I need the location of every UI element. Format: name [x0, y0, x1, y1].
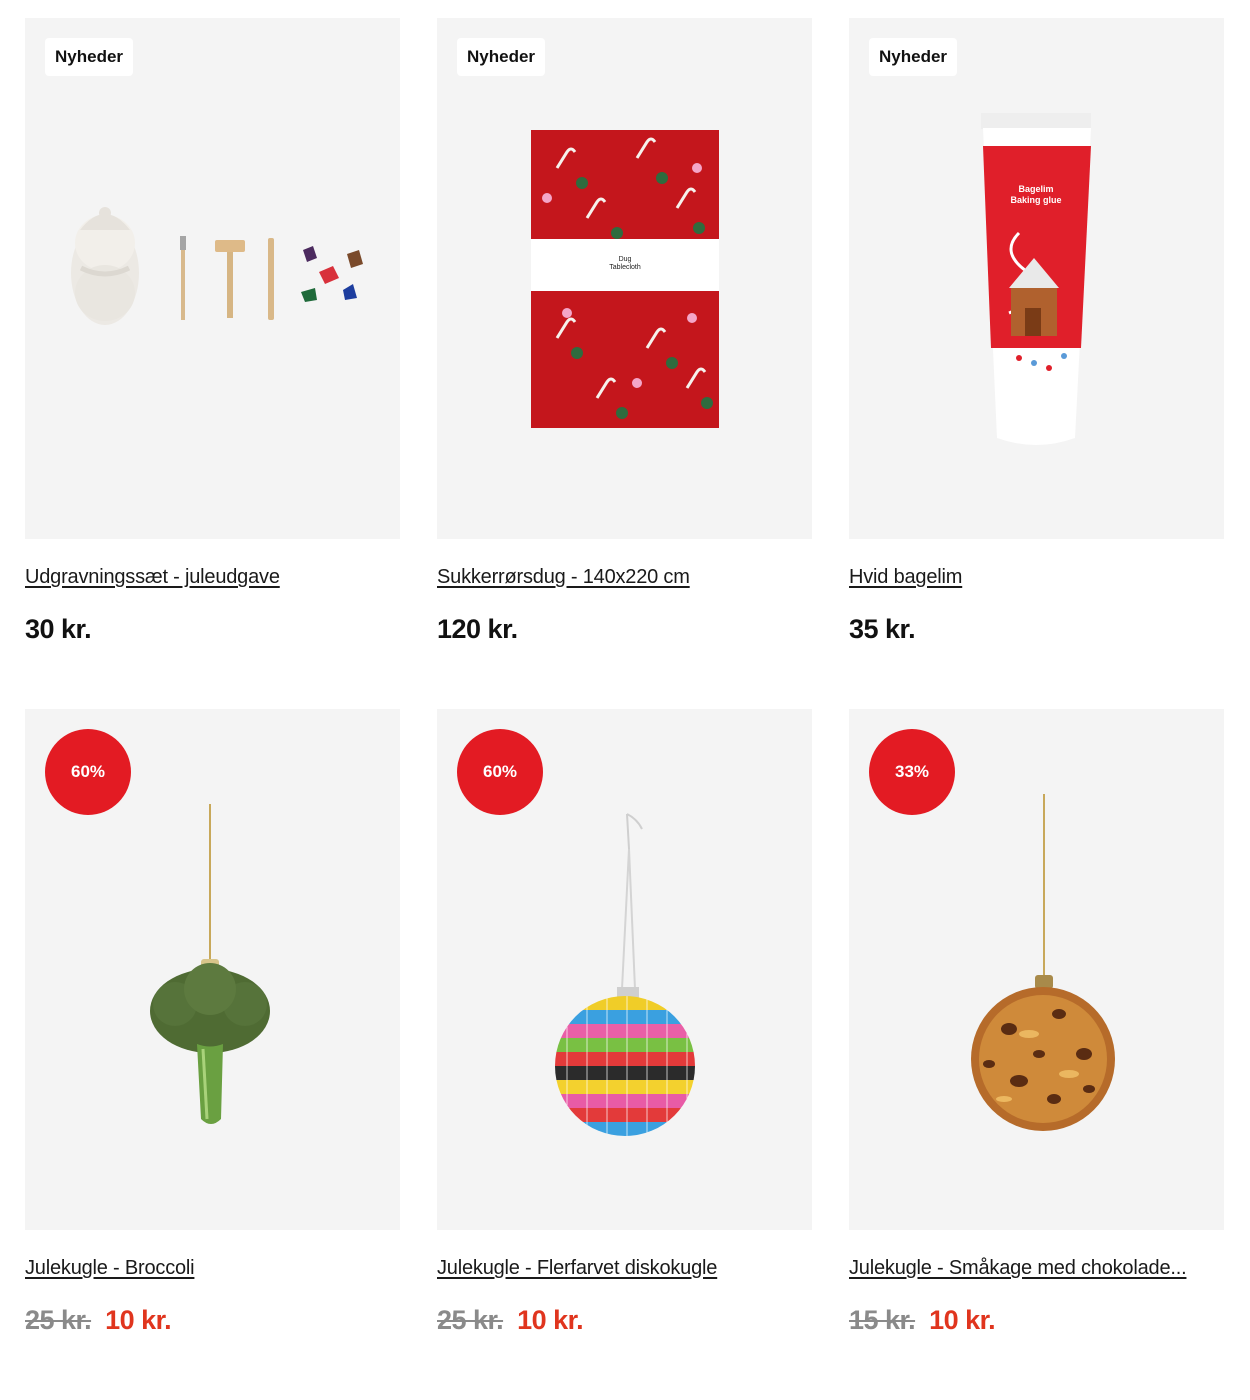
svg-text:Tablecloth: Tablecloth	[609, 264, 641, 271]
svg-text:Bagelim: Bagelim	[1018, 184, 1053, 194]
product-title-link[interactable]: Sukkerrørsdug - 140x220 cm	[437, 566, 690, 589]
product-title-link[interactable]: Julekugle - Flerfarvet diskokugle	[437, 1257, 717, 1280]
product-title-link[interactable]: Udgravningssæt - juleudgave	[25, 566, 280, 589]
tablecloth-image: Dug Tablecloth	[531, 130, 719, 428]
price-row: 25 kr. 10 kr.	[25, 1305, 172, 1336]
product-card[interactable]: 60% Julekugle - Broccoli 25 kr. 10 kr.	[25, 709, 400, 1400]
svg-text:Baking glue: Baking glue	[1010, 195, 1061, 205]
old-price: 25 kr.	[437, 1305, 504, 1335]
new-badge: Nyheder	[869, 38, 958, 76]
price-row: 120 kr.	[437, 614, 518, 645]
discount-badge: 60%	[457, 729, 543, 815]
excavation-kit-image	[71, 207, 363, 325]
product-card[interactable]: Dug Tablecloth Nyheder Sukkerrørsdug - 1…	[437, 18, 812, 709]
price-row: 25 kr. 10 kr.	[437, 1305, 584, 1336]
baking-glue-tube-image: Bagelim Baking glue	[981, 113, 1091, 445]
new-badge: Nyheder	[45, 38, 134, 76]
price: 35 kr.	[849, 614, 916, 644]
product-image[interactable]: Nyheder	[25, 18, 400, 539]
product-image[interactable]: 60%	[25, 709, 400, 1230]
product-title-link[interactable]: Hvid bagelim	[849, 566, 962, 589]
discount-badge: 33%	[869, 729, 955, 815]
price-row: 30 kr.	[25, 614, 92, 645]
old-price: 25 kr.	[25, 1305, 92, 1335]
product-card[interactable]: 33% Julekugle - Småkage med chokolade...…	[849, 709, 1224, 1400]
product-card[interactable]: Nyheder Udgravningssæt - juleudgave 30 k…	[25, 18, 400, 709]
new-badge: Nyheder	[457, 38, 546, 76]
product-grid: Nyheder Udgravningssæt - juleudgave 30 k…	[25, 18, 1225, 1400]
sale-price: 10 kr.	[105, 1305, 172, 1335]
product-title-link[interactable]: Julekugle - Broccoli	[25, 1257, 195, 1280]
product-image[interactable]: 60%	[437, 709, 812, 1230]
package-label: Dug	[619, 256, 632, 263]
old-price: 15 kr.	[849, 1305, 916, 1335]
price: 30 kr.	[25, 614, 92, 644]
product-image[interactable]: Bagelim Baking glue Nyheder	[849, 18, 1224, 539]
price: 120 kr.	[437, 614, 518, 644]
product-card[interactable]: 60% Julekugle - Flerfarvet diskokugle 25…	[437, 709, 812, 1400]
product-title-link[interactable]: Julekugle - Småkage med chokolade...	[849, 1257, 1187, 1280]
price-row: 35 kr.	[849, 614, 916, 645]
price-row: 15 kr. 10 kr.	[849, 1305, 996, 1336]
sale-price: 10 kr.	[517, 1305, 584, 1335]
product-card[interactable]: Bagelim Baking glue Nyheder Hvid bagelim…	[849, 18, 1224, 709]
sale-price: 10 kr.	[929, 1305, 996, 1335]
product-image[interactable]: Dug Tablecloth Nyheder	[437, 18, 812, 539]
discount-badge: 60%	[45, 729, 131, 815]
product-image[interactable]: 33%	[849, 709, 1224, 1230]
